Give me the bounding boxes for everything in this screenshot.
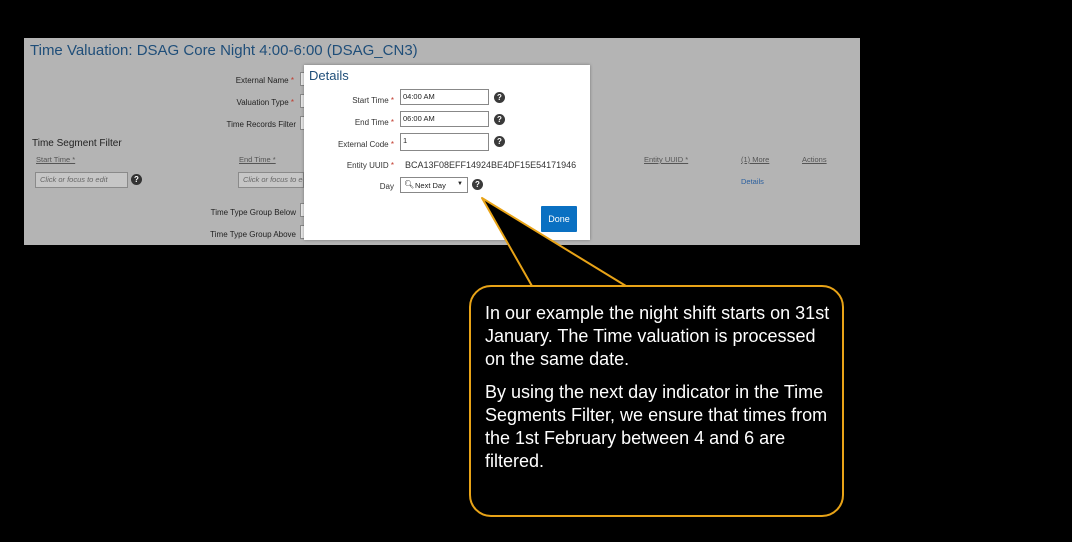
callout-box: In our example the night shift starts on… <box>469 285 844 517</box>
callout-text: In our example the night shift starts on… <box>485 302 833 483</box>
callout-paragraph-1: In our example the night shift starts on… <box>485 303 830 369</box>
callout-paragraph-2: By using the next day indicator in the T… <box>485 382 828 471</box>
